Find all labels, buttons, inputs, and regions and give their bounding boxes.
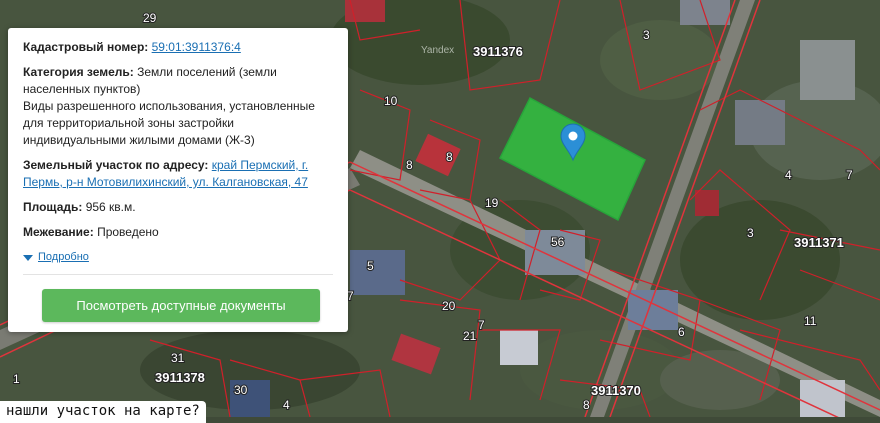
view-documents-button[interactable]: Посмотреть доступные документы <box>42 289 320 322</box>
house-number: 5 <box>367 259 374 273</box>
cadastral-number-link[interactable]: 59:01:3911376:4 <box>152 40 241 54</box>
house-number: 7 <box>478 318 485 332</box>
house-number: 8 <box>406 158 413 172</box>
house-number: 21 <box>463 329 477 343</box>
house-number: 11 <box>804 314 817 328</box>
permitted-use-text: Виды разрешенного использования, установ… <box>23 99 315 147</box>
house-number: 3 <box>643 28 650 42</box>
parcel-info-card: Кадастровый номер: 59:01:3911376:4 Катег… <box>8 28 348 332</box>
house-number: 31 <box>171 351 185 365</box>
house-number: 1 <box>13 372 20 386</box>
house-number: 56 <box>551 235 565 249</box>
details-toggle[interactable]: Подробно <box>23 249 333 266</box>
area-label: Площадь: <box>23 200 83 214</box>
house-number: 20 <box>442 299 456 313</box>
cadastral-number-label: Кадастровый номер: <box>23 40 149 54</box>
triangle-down-icon <box>23 254 33 261</box>
map-watermark: Yandex <box>421 45 454 56</box>
address-label: Земельный участок по адресу: <box>23 158 209 172</box>
block-label: 3911378 <box>155 370 205 385</box>
survey-label: Межевание: <box>23 225 94 239</box>
address-row: Земельный участок по адресу: край Пермск… <box>23 157 333 191</box>
details-link[interactable]: Подробно <box>38 249 89 266</box>
survey-value: Проведено <box>97 225 159 239</box>
house-number: 8 <box>446 150 453 164</box>
bottom-question-bubble[interactable]: нашли участок на карте? <box>0 401 206 423</box>
land-category-row: Категория земель: Земли поселений (земли… <box>23 64 333 149</box>
area-value: 956 кв.м. <box>85 200 136 214</box>
house-number: 10 <box>384 94 398 108</box>
house-number: 8 <box>583 398 590 412</box>
area-row: Площадь: 956 кв.м. <box>23 199 333 216</box>
land-category-label: Категория земель: <box>23 65 134 79</box>
card-divider <box>23 274 333 275</box>
block-label: 3911371 <box>794 235 844 250</box>
cadastral-number-row: Кадастровый номер: 59:01:3911376:4 <box>23 39 333 56</box>
house-number: 3 <box>747 226 754 240</box>
block-label: 3911370 <box>591 383 641 398</box>
house-number: 7 <box>347 289 354 303</box>
house-number: 7 <box>846 168 853 182</box>
house-number: 30 <box>234 383 248 397</box>
house-number: 19 <box>485 196 499 210</box>
survey-row: Межевание: Проведено <box>23 224 333 241</box>
house-number: 4 <box>283 398 290 412</box>
house-number: 4 <box>785 168 792 182</box>
block-label: 3911376 <box>473 44 523 59</box>
house-number: 6 <box>678 325 685 339</box>
house-number: 29 <box>143 11 157 25</box>
